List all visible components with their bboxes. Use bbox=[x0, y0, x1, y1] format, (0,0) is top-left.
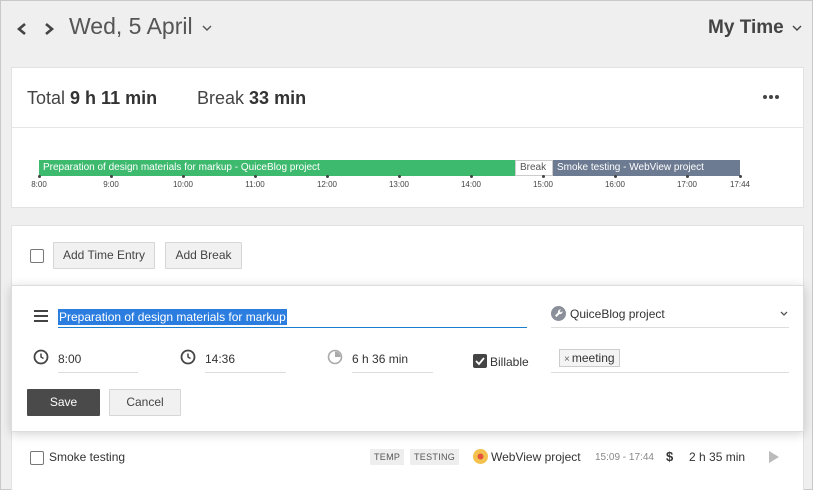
break-time: Break 33 min bbox=[197, 88, 306, 109]
summary-header: Total 9 h 11 min Break 33 min bbox=[12, 68, 803, 128]
entry-checkbox[interactable] bbox=[30, 451, 44, 465]
timeline-tick-label: 11:00 bbox=[245, 180, 265, 189]
total-value: 9 h 11 min bbox=[70, 88, 158, 108]
project-label: QuiceBlog project bbox=[570, 307, 665, 321]
chevron-down-icon bbox=[202, 25, 212, 31]
summary-card: Total 9 h 11 min Break 33 min Preparatio… bbox=[11, 67, 804, 208]
timeline-tick-mark bbox=[182, 175, 185, 178]
timeline-tick-label: 16:00 bbox=[604, 180, 626, 189]
view-selector-label: My Time bbox=[708, 17, 784, 38]
day-timeline: Preparation of design materials for mark… bbox=[12, 128, 805, 208]
timeline-tick-mark bbox=[686, 175, 689, 178]
clock-icon bbox=[33, 349, 49, 365]
break-label: Break bbox=[197, 88, 245, 108]
timeline-tick-label: 10:00 bbox=[172, 180, 194, 189]
timeline-tick-mark bbox=[739, 175, 742, 178]
timeline-tick-mark bbox=[542, 175, 545, 178]
duration-input[interactable]: 6 h 36 min bbox=[352, 349, 433, 373]
select-all-checkbox[interactable] bbox=[30, 249, 44, 263]
entry-project[interactable]: WebView project bbox=[491, 450, 581, 464]
timeline-tick-label: 15:00 bbox=[532, 180, 554, 189]
timeline-tick-mark bbox=[110, 175, 113, 178]
timeline-tick-mark bbox=[254, 175, 257, 178]
total-label: Total bbox=[27, 88, 66, 108]
tag-chip[interactable]: × meeting bbox=[559, 349, 620, 367]
play-icon[interactable] bbox=[768, 450, 780, 464]
break-value: 33 min bbox=[249, 88, 307, 108]
add-time-entry-button[interactable]: Add Time Entry bbox=[53, 242, 155, 269]
more-horizontal-icon bbox=[763, 95, 767, 99]
start-time-input[interactable]: 8:00 bbox=[58, 349, 138, 373]
description-text: Preparation of design materials for mark… bbox=[58, 309, 287, 325]
timeline-segment-smoke-testing[interactable]: Smoke testing - WebView project bbox=[553, 160, 740, 176]
timeline-tick-mark bbox=[614, 175, 617, 178]
timeline-tick-label: 17:00 bbox=[676, 180, 698, 189]
start-time-value: 8:00 bbox=[58, 352, 82, 366]
timeline-tick-label: 8:00 bbox=[31, 180, 47, 189]
more-options-button[interactable] bbox=[763, 92, 783, 102]
view-selector[interactable]: My Time bbox=[708, 17, 802, 39]
chevron-left-icon bbox=[16, 23, 26, 35]
tag-chip[interactable]: TEMP bbox=[370, 449, 405, 465]
timeline-tick-label: 17:44 bbox=[729, 180, 751, 189]
end-time-value: 14:36 bbox=[205, 352, 236, 366]
timeline-segment-break[interactable]: Break bbox=[515, 160, 553, 176]
chevron-right-icon bbox=[45, 23, 55, 35]
remove-tag-icon[interactable]: × bbox=[564, 354, 570, 365]
entry-description[interactable]: Smoke testing bbox=[49, 450, 125, 464]
timeline-tick-mark bbox=[470, 175, 473, 178]
time-entry-editor: Preparation of design materials for mark… bbox=[11, 285, 804, 432]
tag-chip[interactable]: TESTING bbox=[410, 449, 460, 465]
chevron-down-icon bbox=[780, 311, 788, 316]
description-input[interactable]: Preparation of design materials for mark… bbox=[58, 306, 527, 328]
tags-input[interactable]: × meeting bbox=[551, 349, 789, 373]
timeline-segment-design[interactable]: Preparation of design materials for mark… bbox=[39, 160, 515, 176]
chevron-down-icon bbox=[792, 25, 802, 31]
clock-icon bbox=[180, 349, 196, 365]
more-horizontal-icon-dot bbox=[775, 95, 779, 99]
list-icon bbox=[34, 310, 48, 322]
tag-label: meeting bbox=[571, 351, 615, 365]
app-window: Wed, 5 April My Time Total 9 h 11 min Br… bbox=[0, 0, 813, 490]
timeline-tick-label: 9:00 bbox=[103, 180, 119, 189]
add-break-button[interactable]: Add Break bbox=[165, 242, 242, 269]
billable-label: Billable bbox=[490, 355, 529, 369]
date-picker[interactable]: Wed, 5 April bbox=[69, 13, 212, 40]
save-button[interactable]: Save bbox=[27, 389, 100, 416]
next-day-button[interactable] bbox=[39, 17, 59, 41]
entry-time-range: 15:09 - 17:44 bbox=[595, 452, 654, 463]
timeline-tick-label: 13:00 bbox=[388, 180, 410, 189]
cancel-button[interactable]: Cancel bbox=[109, 389, 181, 416]
timeline-tick-label: 12:00 bbox=[316, 180, 338, 189]
duration-value: 6 h 36 min bbox=[352, 352, 409, 366]
total-time: Total 9 h 11 min bbox=[27, 88, 157, 109]
date-title: Wed, 5 April bbox=[69, 13, 193, 39]
project-select[interactable]: QuiceBlog project bbox=[551, 304, 789, 328]
project-icon bbox=[473, 449, 488, 464]
timeline-tick-mark bbox=[398, 175, 401, 178]
timeline-tick-mark bbox=[38, 175, 41, 178]
timeline-tick-mark bbox=[326, 175, 329, 178]
wrench-icon bbox=[551, 306, 566, 321]
billable-icon[interactable]: $ bbox=[666, 449, 673, 464]
checkmark-icon bbox=[475, 357, 485, 366]
end-time-input[interactable]: 14:36 bbox=[205, 349, 286, 373]
timeline-tick-label: 14:00 bbox=[460, 180, 482, 189]
entry-duration: 2 h 35 min bbox=[689, 450, 746, 464]
billable-checkbox[interactable] bbox=[473, 354, 487, 368]
prev-day-button[interactable] bbox=[13, 17, 33, 41]
timer-icon bbox=[327, 349, 343, 365]
more-horizontal-icon-dot bbox=[769, 95, 773, 99]
